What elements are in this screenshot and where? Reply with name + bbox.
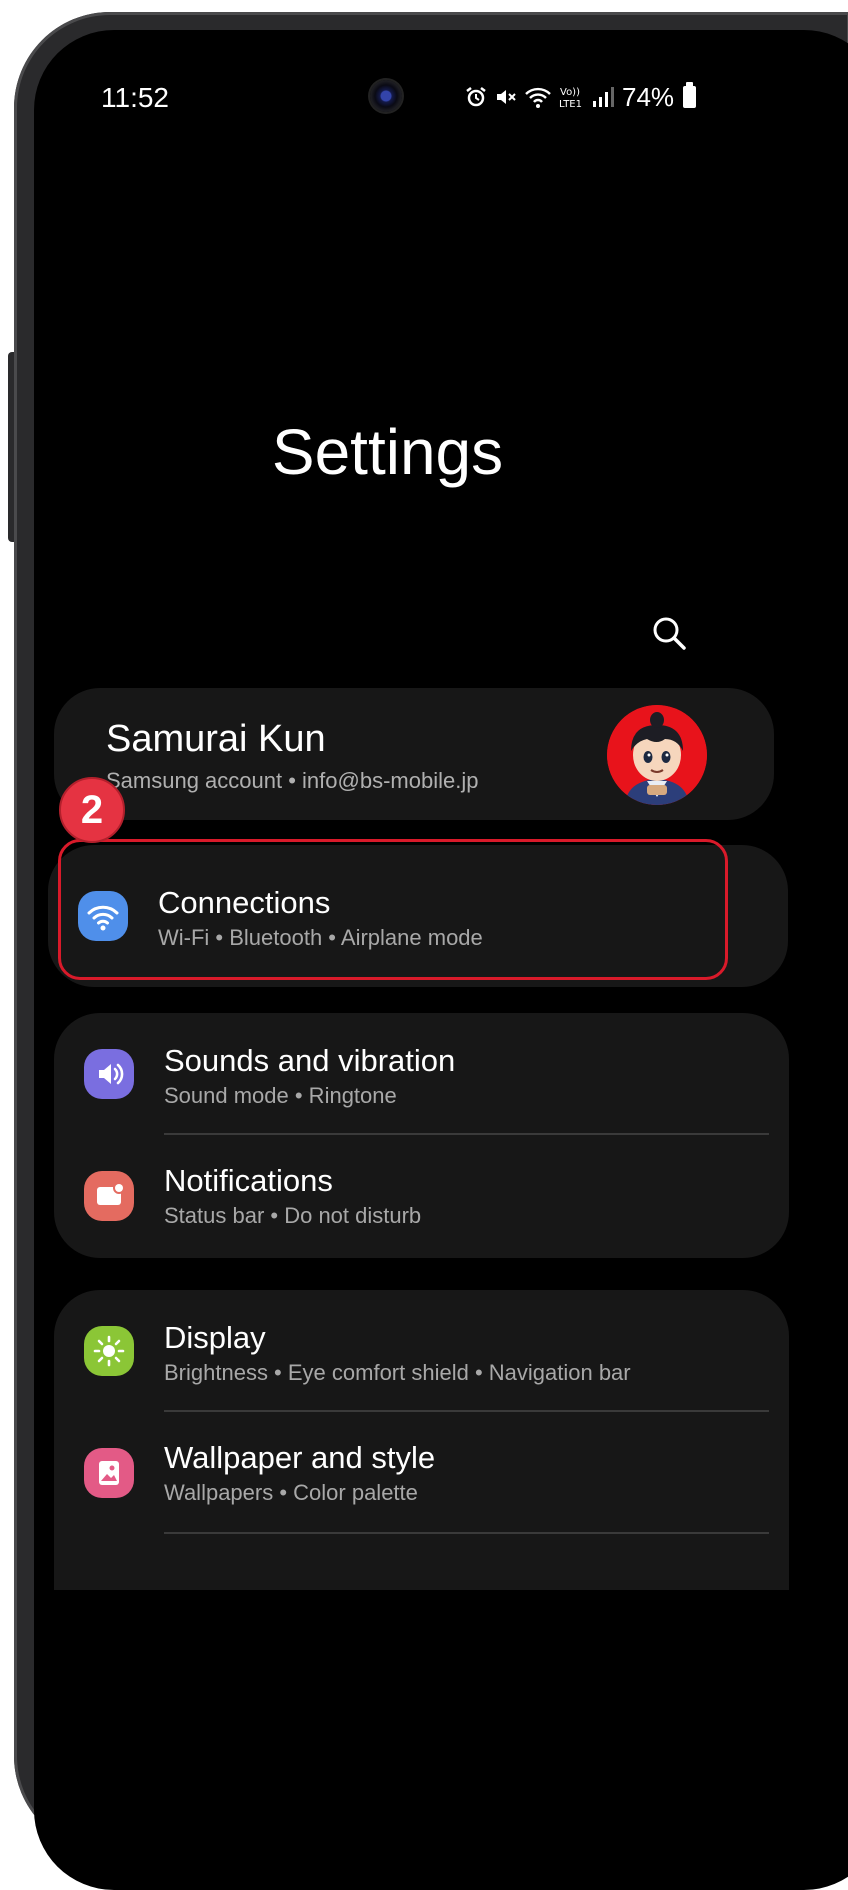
sun-icon [84,1326,134,1376]
settings-item-subtitle: Sound mode • Ringtone [164,1083,397,1108]
svg-text:LTE1: LTE1 [559,99,582,110]
signal-icon [593,87,614,107]
sounds-notifications-card: Sounds and vibration Sound mode • Ringto… [54,1013,789,1258]
search-button[interactable] [646,610,694,658]
phone-screen: 11:52 Vo)) LTE1 74% Settings Samurai Kun … [34,30,848,1890]
settings-item-display[interactable]: Display Brightness • Eye comfort shield … [54,1290,789,1410]
battery-icon [683,82,697,108]
search-icon [653,617,686,650]
settings-item-subtitle: Status bar • Do not disturb [164,1203,422,1228]
speaker-icon [84,1049,134,1099]
mute-icon [497,90,516,104]
front-camera [370,80,402,112]
settings-item-title: Display [164,1320,266,1355]
settings-item-subtitle: Wallpapers • Color palette [164,1480,418,1505]
settings-item-subtitle: Brightness • Eye comfort shield • Naviga… [164,1360,631,1385]
profile-subtitle: Samsung account • info@bs-mobile.jp [106,768,479,793]
battery-percentage: 74% [622,81,675,112]
wallpaper-icon [84,1448,134,1498]
notification-icon [84,1171,134,1221]
display-wallpaper-card: Display Brightness • Eye comfort shield … [54,1290,789,1590]
phone-frame: 11:52 Vo)) LTE1 74% Settings Samurai Kun … [14,12,848,1890]
volte-icon: Vo))LTE1 [559,87,582,110]
svg-text:Vo)): Vo)) [560,87,580,98]
page-title: Settings [271,416,504,488]
avatar [607,705,707,805]
status-icons: Vo)) LTE1 74% [464,80,697,114]
settings-item-sounds[interactable]: Sounds and vibration Sound mode • Ringto… [54,1013,789,1133]
profile-card[interactable]: Samurai Kun Samsung account • info@bs-mo… [54,688,774,820]
highlight-box [58,839,728,980]
divider [164,1532,769,1534]
samurai-avatar-icon [607,705,707,805]
status-bar: 11:52 Vo)) LTE1 74% [34,30,848,150]
alarm-icon [466,87,486,107]
wifi-status-icon [525,87,551,108]
settings-item-title: Sounds and vibration [164,1043,456,1078]
settings-item-notifications[interactable]: Notifications Status bar • Do not distur… [54,1135,789,1255]
settings-item-title: Notifications [164,1163,333,1198]
profile-name: Samurai Kun [106,718,326,760]
settings-item-title: Wallpaper and style [164,1440,436,1475]
status-time: 11:52 [101,82,169,113]
step-badge: 2 [59,777,125,843]
settings-item-wallpaper[interactable]: Wallpaper and style Wallpapers • Color p… [54,1412,789,1532]
